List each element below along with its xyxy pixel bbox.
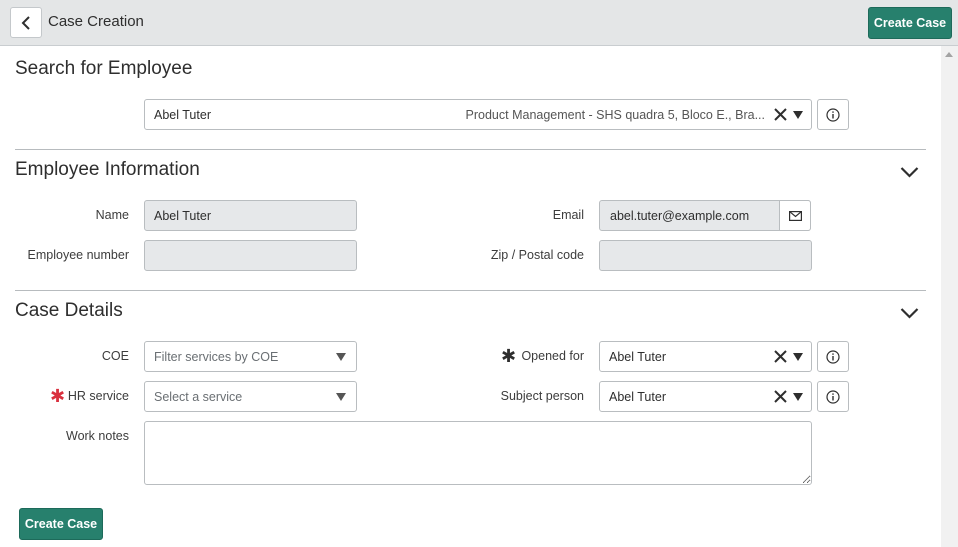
subject-person-value: Abel Tuter — [609, 389, 666, 404]
email-value: abel.tuter@example.com — [610, 208, 750, 223]
clear-x-icon[interactable] — [774, 350, 787, 363]
caret-down-icon[interactable] — [336, 393, 346, 401]
caret-down-icon[interactable] — [793, 110, 803, 119]
opened-for-field[interactable]: Abel Tuter — [599, 341, 812, 372]
hr-service-label: HR service — [67, 389, 129, 403]
chevron-down-icon[interactable] — [900, 307, 919, 319]
email-button[interactable] — [779, 200, 811, 231]
employee-search-value: Abel Tuter — [154, 107, 211, 122]
hr-service-placeholder: Select a service — [154, 389, 243, 404]
subject-person-field[interactable]: Abel Tuter — [599, 381, 812, 412]
hr-service-select[interactable]: Select a service — [144, 381, 357, 412]
scroll-up-arrow[interactable] — [945, 52, 953, 57]
employee-number-field — [144, 240, 357, 271]
opened-for-label: Opened for — [521, 349, 584, 363]
subject-person-label: Subject person — [500, 389, 584, 403]
back-button[interactable] — [10, 7, 42, 38]
required-icon: ✱ — [501, 346, 517, 366]
clear-x-icon[interactable] — [774, 108, 787, 121]
coe-placeholder: Filter services by COE — [154, 349, 279, 364]
divider — [15, 149, 926, 150]
divider — [15, 290, 926, 291]
page-header: Case Creation Create Case — [0, 0, 958, 46]
zip-field — [599, 240, 812, 271]
envelope-icon — [788, 210, 802, 221]
page-title: Case Creation — [48, 13, 144, 30]
info-icon — [826, 107, 840, 122]
email-label: Email — [552, 208, 584, 222]
coe-select[interactable]: Filter services by COE — [144, 341, 357, 372]
zip-label: Zip / Postal code — [490, 248, 584, 262]
clear-x-icon[interactable] — [774, 390, 787, 403]
search-section-title: Search for Employee — [15, 58, 193, 79]
employee-search-field[interactable]: Abel Tuter Product Management - SHS quad… — [144, 99, 812, 130]
opened-for-info-button[interactable] — [817, 341, 849, 372]
opened-for-value: Abel Tuter — [609, 349, 666, 364]
work-notes-textarea[interactable] — [144, 421, 812, 485]
info-icon — [826, 349, 840, 364]
scrollbar[interactable] — [941, 46, 958, 547]
employee-info-button[interactable] — [817, 99, 849, 130]
subject-person-info-button[interactable] — [817, 381, 849, 412]
caret-down-icon[interactable] — [793, 352, 803, 361]
name-label: Name — [95, 208, 129, 222]
name-value: Abel Tuter — [154, 208, 211, 223]
name-field: Abel Tuter — [144, 200, 357, 231]
work-notes-label: Work notes — [66, 429, 129, 443]
caret-down-icon[interactable] — [793, 392, 803, 401]
caret-down-icon[interactable] — [336, 353, 346, 361]
employee-info-section-title: Employee Information — [15, 159, 200, 180]
chevron-left-icon — [21, 15, 30, 30]
create-case-button-header[interactable]: Create Case — [868, 7, 952, 39]
employee-number-label: Employee number — [27, 248, 129, 262]
chevron-down-icon[interactable] — [900, 166, 919, 178]
create-case-button[interactable]: Create Case — [19, 508, 103, 540]
employee-search-detail: Product Management - SHS quadra 5, Bloco… — [465, 107, 765, 122]
case-details-section-title: Case Details — [15, 300, 123, 321]
info-icon — [826, 389, 840, 404]
required-icon: ✱ — [50, 386, 66, 406]
coe-label: COE — [101, 349, 129, 363]
